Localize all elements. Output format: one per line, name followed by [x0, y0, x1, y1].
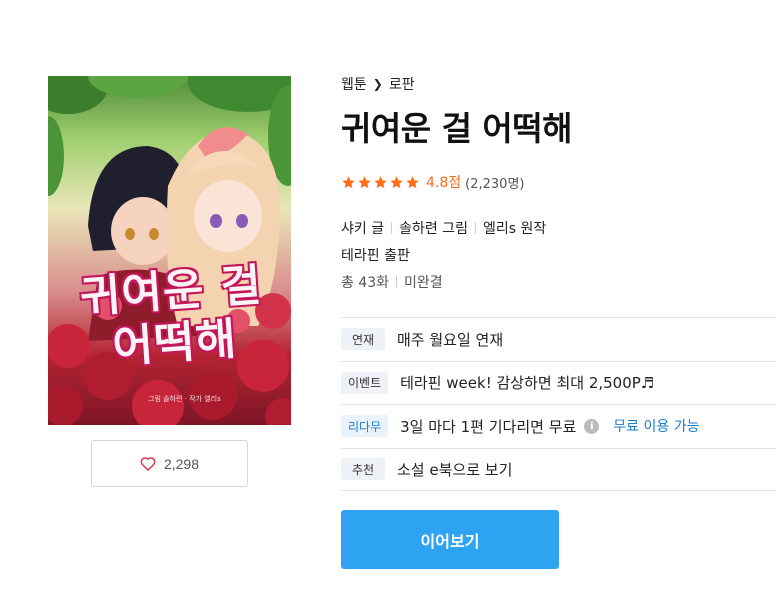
- writer-credit[interactable]: 샤키 글: [341, 218, 384, 238]
- episode-total: 총 43화: [341, 275, 390, 291]
- tag-wait-free: 리다무: [341, 415, 389, 438]
- row-recommend[interactable]: 추천 소설 e북으로 보기: [341, 447, 776, 491]
- publisher[interactable]: 테라핀 출판: [341, 245, 410, 265]
- original-credit[interactable]: 엘리s 원작: [483, 218, 546, 238]
- info-icon[interactable]: i: [584, 418, 600, 434]
- row-wait-free: 리다무 3일 마다 1편 기다리면 무료 i 무료 이용 가능: [341, 404, 776, 448]
- like-count: 2,298: [163, 455, 200, 472]
- event-text[interactable]: 테라핀 week! 감상하면 최대 2,500P♬: [400, 372, 654, 393]
- like-button[interactable]: 2,298: [91, 440, 248, 487]
- star-icon: [374, 175, 387, 188]
- breadcrumb-genre[interactable]: 로판: [389, 74, 415, 94]
- recommend-text[interactable]: 소설 e북으로 보기: [397, 459, 512, 480]
- artist-credit[interactable]: 솔하련 그림: [399, 218, 468, 238]
- star-icon: [342, 175, 355, 188]
- page-title: 귀여운 걸 어떡해: [341, 109, 573, 148]
- cover-image[interactable]: 귀여운 걸 어떡해 그림 솔하련 · 작가 엘리s: [48, 76, 291, 425]
- star-icon: [406, 175, 419, 188]
- rating: 4.8점 (2,230명): [341, 172, 524, 192]
- divider: [396, 276, 398, 288]
- tag-recommend: 추천: [341, 458, 385, 481]
- wait-free-text: 3일 마다 1편 기다리면 무료: [400, 417, 577, 436]
- row-event[interactable]: 이벤트 테라핀 week! 감상하면 최대 2,500P♬: [341, 360, 776, 405]
- continue-reading-button[interactable]: 이어보기: [341, 510, 559, 569]
- chevron-right-icon: ❯: [372, 77, 383, 91]
- tag-schedule: 연재: [341, 328, 385, 351]
- star-rating: [341, 175, 420, 190]
- info-rows: 연재 매주 월요일 연재 이벤트 테라핀 week! 감상하면 최대 2,500…: [341, 317, 776, 491]
- breadcrumb-category[interactable]: 웹툰: [341, 74, 367, 94]
- tag-event: 이벤트: [341, 371, 389, 394]
- schedule-text: 매주 월요일 연재: [397, 330, 504, 349]
- episode-info: 총 43화 미완결: [341, 272, 443, 292]
- cover-title: 귀여운 걸 어떡해: [75, 259, 272, 376]
- heart-outline-icon: [140, 457, 156, 471]
- free-use-link[interactable]: 무료 이용 가능: [613, 416, 699, 436]
- row-schedule: 연재 매주 월요일 연재: [341, 317, 776, 361]
- episode-status: 미완결: [404, 275, 443, 291]
- breadcrumb: 웹툰 ❯ 로판: [341, 74, 415, 94]
- rating-count: (2,230명): [465, 176, 525, 192]
- star-icon: [358, 175, 371, 188]
- cover-credit: 그림 솔하련 · 작가 엘리s: [148, 395, 221, 403]
- divider: [391, 222, 393, 234]
- rating-score: 4.8점: [426, 175, 462, 191]
- divider: [474, 222, 476, 234]
- star-icon: [390, 175, 403, 188]
- creators: 샤키 글 솔하련 그림 엘리s 원작: [341, 218, 546, 238]
